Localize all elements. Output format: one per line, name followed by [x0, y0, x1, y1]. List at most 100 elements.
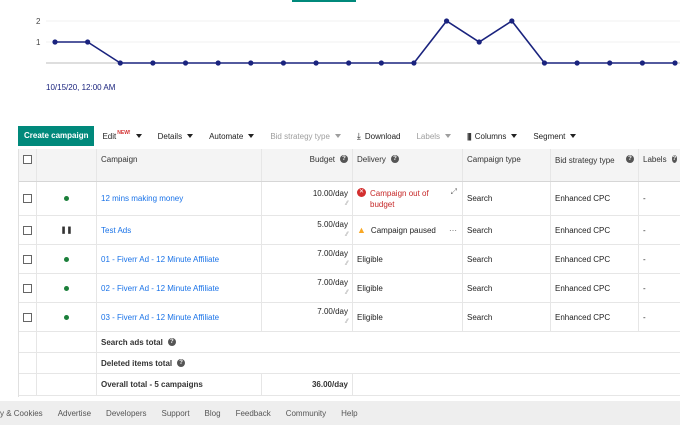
data-point[interactable]: [85, 39, 91, 45]
help-icon[interactable]: ?: [167, 338, 176, 346]
delivery-status: Eligible: [357, 312, 383, 322]
header-bid-label: Bid strategy type: [555, 156, 615, 165]
help-icon[interactable]: ?: [390, 155, 399, 163]
data-point[interactable]: [443, 18, 450, 24]
row-checkbox[interactable]: [23, 194, 32, 203]
budget-cell: 7.00/day ⁄⁄: [262, 274, 353, 302]
campaign-name-link[interactable]: Test Ads: [101, 226, 131, 235]
footer-link-advertise[interactable]: Advertise: [58, 409, 91, 418]
data-point[interactable]: [476, 39, 482, 45]
budget-cell: 10.00/day ⁄⁄: [262, 182, 353, 215]
data-point[interactable]: [313, 60, 319, 66]
data-point[interactable]: [541, 60, 548, 66]
bid-strategy-label: Bid strategy type: [270, 131, 330, 141]
data-point[interactable]: [639, 60, 645, 66]
header-type-label: Campaign type: [467, 155, 521, 164]
edit-label: Edit: [102, 131, 117, 141]
delivery-cell: ✕ Campaign out of budget ⤢: [353, 182, 463, 215]
help-icon[interactable]: ?: [177, 359, 186, 367]
campaign-name-link[interactable]: 01 - Fiverr Ad - 12 Minute Affiliate: [101, 255, 219, 264]
y-tick-label: 2: [36, 17, 41, 26]
edit-budget-icon[interactable]: ⁄⁄: [346, 230, 348, 240]
footer-link-blog[interactable]: Blog: [205, 409, 221, 418]
paused-status-icon[interactable]: ❚❚: [61, 226, 73, 234]
segment-menu[interactable]: Segment: [525, 126, 584, 146]
footer-link-privacy[interactable]: y & Cookies: [0, 409, 43, 418]
footer-link-community[interactable]: Community: [286, 409, 326, 418]
campaign-name-link[interactable]: 12 mins making money: [101, 194, 183, 203]
edit-menu[interactable]: Edit NEW!: [94, 126, 149, 146]
row-checkbox[interactable]: [23, 312, 32, 322]
delivery-cell: Eligible: [353, 303, 463, 331]
summary-spacer: [19, 374, 37, 395]
bid-strategy-menu[interactable]: Bid strategy type: [262, 126, 349, 146]
campaign-name-link[interactable]: 02 - Fiverr Ad - 12 Minute Affiliate: [101, 284, 219, 293]
edit-budget-icon[interactable]: ⁄⁄: [346, 199, 348, 209]
chevron-down-icon: [248, 134, 255, 138]
campaign-cell: 03 - Fiverr Ad - 12 Minute Affiliate: [97, 303, 262, 331]
data-point[interactable]: [280, 60, 287, 66]
delivery-cell: Eligible: [353, 274, 463, 302]
row-checkbox[interactable]: [23, 283, 32, 293]
automate-menu[interactable]: Automate: [201, 126, 262, 146]
enabled-status-icon[interactable]: [64, 314, 69, 320]
campaign-type-cell: Search: [463, 216, 551, 244]
data-point[interactable]: [509, 18, 515, 24]
data-point[interactable]: [672, 60, 678, 66]
footer-link-support[interactable]: Support: [162, 409, 190, 418]
data-point[interactable]: [182, 60, 189, 66]
enabled-status-icon[interactable]: [64, 256, 69, 262]
data-point[interactable]: [215, 60, 221, 66]
table-header: Campaign Budget ? Delivery ? Campaign ty…: [19, 149, 680, 182]
trend-chart-icon[interactable]: ⤢: [451, 187, 457, 197]
more-options-icon[interactable]: ⋯: [449, 226, 457, 235]
overall-total-label: Overall total - 5 campaigns: [101, 380, 203, 389]
budget-value: 7.00/day: [317, 307, 348, 316]
create-campaign-button[interactable]: Create campaign: [18, 126, 95, 146]
row-checkbox[interactable]: [23, 225, 32, 235]
header-budget[interactable]: Budget ?: [262, 149, 353, 181]
header-bid-strategy[interactable]: Bid strategy type ?: [551, 149, 639, 181]
header-labels[interactable]: Labels ?: [639, 149, 680, 181]
header-campaign[interactable]: Campaign: [97, 149, 262, 181]
edit-budget-icon[interactable]: ⁄⁄: [346, 288, 348, 298]
data-point[interactable]: [378, 60, 384, 66]
details-menu[interactable]: Details: [150, 126, 201, 146]
columns-menu[interactable]: ||| Columns: [459, 126, 525, 146]
data-point[interactable]: [52, 39, 58, 45]
delivery-status: Eligible: [357, 254, 383, 264]
footer-link-developers[interactable]: Developers: [106, 409, 146, 418]
enabled-status-icon[interactable]: [64, 285, 69, 291]
edit-budget-icon[interactable]: ⁄⁄: [346, 317, 348, 327]
help-icon[interactable]: ?: [671, 155, 677, 163]
status-cell: ❚❚: [37, 216, 97, 244]
help-icon[interactable]: ?: [626, 155, 634, 163]
labels-menu[interactable]: Labels: [408, 126, 459, 146]
header-campaign-type[interactable]: Campaign type: [463, 149, 551, 181]
summary-label-cell: Overall total - 5 campaigns: [97, 374, 262, 395]
data-point[interactable]: [346, 60, 352, 66]
data-point[interactable]: [150, 60, 156, 66]
select-all-checkbox[interactable]: [23, 155, 32, 164]
data-point[interactable]: [117, 60, 123, 66]
header-delivery[interactable]: Delivery ?: [353, 149, 463, 181]
download-icon: ⤓: [356, 130, 361, 141]
data-point[interactable]: [607, 60, 613, 66]
data-point[interactable]: [411, 60, 417, 66]
data-point[interactable]: [248, 60, 254, 66]
footer-link-help[interactable]: Help: [341, 409, 357, 418]
row-checkbox[interactable]: [23, 254, 32, 264]
summary-label-cell: Search ads total ?: [97, 332, 353, 352]
overall-budget-cell: 36.00/day: [262, 374, 353, 395]
enabled-status-icon[interactable]: [64, 196, 69, 201]
row-select-cell: [19, 303, 37, 331]
download-button[interactable]: ⤓ Download: [349, 126, 409, 146]
footer-link-feedback[interactable]: Feedback: [236, 409, 271, 418]
bid-strategy-cell: Enhanced CPC: [551, 182, 639, 215]
chevron-down-icon: [135, 134, 142, 138]
help-icon[interactable]: ?: [340, 155, 348, 163]
deleted-items-total-label: Deleted items total: [101, 358, 173, 368]
campaign-name-link[interactable]: 03 - Fiverr Ad - 12 Minute Affiliate: [101, 313, 219, 322]
data-point[interactable]: [574, 60, 580, 66]
edit-budget-icon[interactable]: ⁄⁄: [346, 259, 348, 269]
